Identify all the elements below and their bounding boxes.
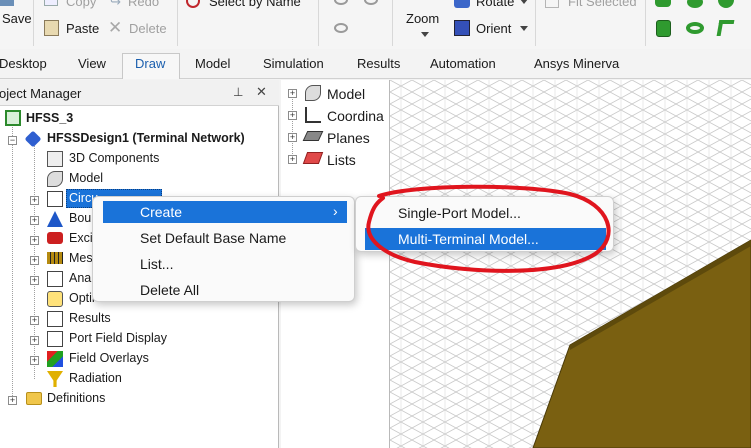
expand-toggle[interactable]: + [288, 133, 297, 142]
tree-item-model[interactable]: Model [69, 168, 103, 188]
planes-icon [302, 131, 324, 141]
save-button[interactable]: Save [2, 11, 32, 26]
mesh-icon [47, 252, 63, 264]
expand-toggle[interactable]: + [30, 236, 39, 245]
expand-toggle[interactable]: + [30, 316, 39, 325]
menu-item-set-default-base-name[interactable]: Set Default Base Name [140, 227, 286, 249]
select-by-name-icon [186, 0, 200, 8]
expand-toggle[interactable]: + [30, 356, 39, 365]
optimetrics-icon [47, 291, 63, 307]
tab-draw[interactable]: Draw [135, 56, 165, 71]
tree-item-planes[interactable]: Planes [327, 128, 370, 148]
paste-icon [44, 20, 59, 36]
tab-results[interactable]: Results [357, 56, 400, 71]
ribbon: Save Copy Paste ↪ Redo ✕ Delete Select b… [0, 0, 751, 49]
expand-toggle[interactable]: + [30, 256, 39, 265]
expand-toggle[interactable]: + [30, 216, 39, 225]
rotate-button[interactable]: Rotate [476, 0, 514, 9]
context-menu: Create › Set Default Base Name List... D… [92, 196, 355, 302]
field-overlays-icon [47, 351, 63, 367]
fit-selected-icon [545, 0, 559, 8]
project-manager-header: oject Manager ⊥ ✕ [0, 80, 279, 106]
folder-icon [26, 392, 42, 405]
tree-item-project[interactable]: HFSS_3 [26, 108, 73, 128]
save-icon[interactable] [0, 0, 14, 6]
copy-button[interactable]: Copy [66, 0, 96, 9]
rotate-icon [454, 0, 470, 8]
delete-button[interactable]: Delete [129, 21, 167, 36]
select-by-name-button[interactable]: Select by Name [209, 0, 301, 9]
project-icon [5, 110, 21, 126]
copy-icon [44, 0, 58, 6]
cylinder-icon[interactable] [656, 20, 671, 37]
expand-toggle[interactable]: + [288, 111, 297, 120]
panel-title: oject Manager [0, 86, 82, 101]
eye-icon[interactable] [334, 0, 348, 5]
menu-item-delete-all[interactable]: Delete All [140, 279, 199, 301]
tree-item-port-field-display[interactable]: Port Field Display [69, 328, 167, 348]
coordinate-system-icon [305, 107, 321, 123]
tree-item-analysis[interactable]: Anal [69, 268, 94, 288]
chevron-down-icon [421, 32, 429, 37]
tree-item-results[interactable]: Results [69, 308, 111, 328]
torus-icon[interactable] [686, 22, 704, 34]
tree-item-field-overlays[interactable]: Field Overlays [69, 348, 149, 368]
sphere-icon[interactable] [687, 0, 703, 8]
tab-ansys-minerva[interactable]: Ansys Minerva [534, 56, 619, 71]
cone-icon[interactable] [718, 0, 734, 8]
zoom-button[interactable]: Zoom [406, 11, 439, 26]
collapse-toggle[interactable]: − [8, 136, 17, 145]
paste-button[interactable]: Paste [66, 21, 99, 36]
model-icon [305, 85, 321, 101]
expand-toggle[interactable]: + [288, 155, 297, 164]
tree-item-coordinate-systems[interactable]: Coordina [327, 106, 384, 126]
expand-toggle[interactable]: + [30, 336, 39, 345]
radiation-icon [47, 371, 63, 387]
port-field-display-icon [47, 331, 63, 347]
tree-item-radiation[interactable]: Radiation [69, 368, 122, 388]
eye-icon[interactable] [364, 0, 378, 5]
redo-button[interactable]: Redo [128, 0, 159, 9]
expand-toggle[interactable]: + [30, 276, 39, 285]
tree-item-design[interactable]: HFSSDesign1 (Terminal Network) [47, 128, 245, 148]
redo-icon: ↪ [110, 0, 121, 9]
lists-icon [302, 152, 324, 164]
expand-toggle[interactable]: + [8, 396, 17, 405]
expand-toggle[interactable]: + [288, 89, 297, 98]
orient-icon [454, 20, 470, 36]
3d-components-icon [47, 151, 63, 167]
analysis-icon [47, 271, 63, 287]
chevron-down-icon [520, 26, 528, 31]
tree-item-lists[interactable]: Lists [327, 150, 356, 170]
pin-icon[interactable]: ⊥ [233, 85, 243, 99]
tab-model[interactable]: Model [195, 56, 230, 71]
design-icon [24, 130, 42, 148]
tab-desktop[interactable]: Desktop [0, 56, 47, 71]
annotation-circle [366, 184, 611, 273]
submenu-arrow-icon: › [333, 203, 338, 219]
boundaries-icon [47, 211, 63, 227]
orient-button[interactable]: Orient [476, 21, 511, 36]
tree-item-3d-components[interactable]: 3D Components [69, 148, 159, 168]
circuit-icon [47, 191, 63, 207]
expand-toggle[interactable]: + [30, 196, 39, 205]
fit-selected-button[interactable]: Fit Selected [568, 0, 637, 9]
tab-view[interactable]: View [78, 56, 106, 71]
tree-item-model[interactable]: Model [327, 84, 365, 104]
tab-automation[interactable]: Automation [430, 56, 496, 71]
model-icon [47, 171, 63, 187]
eye-icon[interactable] [334, 23, 348, 33]
tree-item-definitions[interactable]: Definitions [47, 388, 105, 408]
helix-icon[interactable] [716, 20, 735, 36]
delete-icon: ✕ [108, 18, 123, 37]
menu-item-list[interactable]: List... [140, 253, 173, 275]
close-icon[interactable]: ✕ [256, 84, 267, 100]
chevron-down-icon [520, 0, 528, 4]
box-icon[interactable] [655, 0, 671, 7]
excitations-icon [47, 232, 63, 244]
results-icon [47, 311, 63, 327]
menu-item-create-label: Create [140, 204, 183, 220]
tab-simulation[interactable]: Simulation [263, 56, 324, 71]
